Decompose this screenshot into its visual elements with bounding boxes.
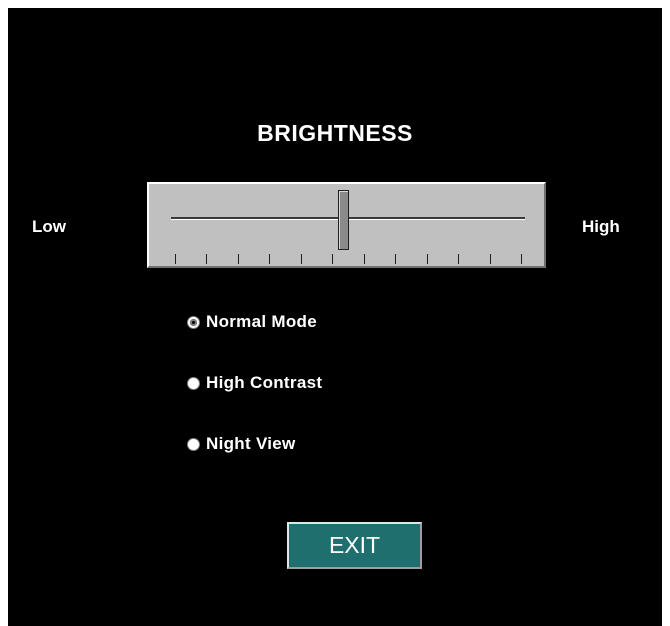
slider-high-label: High [582, 217, 620, 236]
slider-tick [332, 254, 334, 264]
window-left-edge [0, 0, 8, 626]
slider-tick [521, 254, 522, 264]
slider-tick [175, 254, 176, 264]
radio-label: High Contrast [206, 373, 323, 392]
radio-label: Night View [206, 434, 296, 453]
slider-tick [395, 254, 397, 264]
radio-label: Normal Mode [206, 312, 317, 331]
slider-tick [458, 254, 460, 264]
slider-tick [363, 254, 365, 264]
radio-night-view[interactable]: Night View [187, 432, 447, 456]
page-title: BRIGHTNESS [257, 120, 413, 146]
slider-tick [426, 254, 428, 264]
slider-low-label: Low [32, 217, 66, 236]
slider-tick [300, 254, 302, 264]
radio-high-contrast[interactable]: High Contrast [187, 371, 447, 395]
radio-normal-mode[interactable]: Normal Mode [187, 310, 447, 334]
brightness-slider[interactable] [147, 182, 546, 268]
slider-thumb[interactable] [338, 190, 350, 250]
exit-button[interactable]: EXIT [287, 522, 422, 569]
slider-tick [206, 254, 208, 264]
slider-tick [489, 254, 491, 264]
radio-button-icon[interactable] [187, 437, 200, 451]
radio-button-icon[interactable] [187, 376, 200, 390]
radio-button-icon[interactable] [187, 315, 200, 329]
slider-tick [237, 254, 239, 264]
slider-tick [269, 254, 271, 264]
